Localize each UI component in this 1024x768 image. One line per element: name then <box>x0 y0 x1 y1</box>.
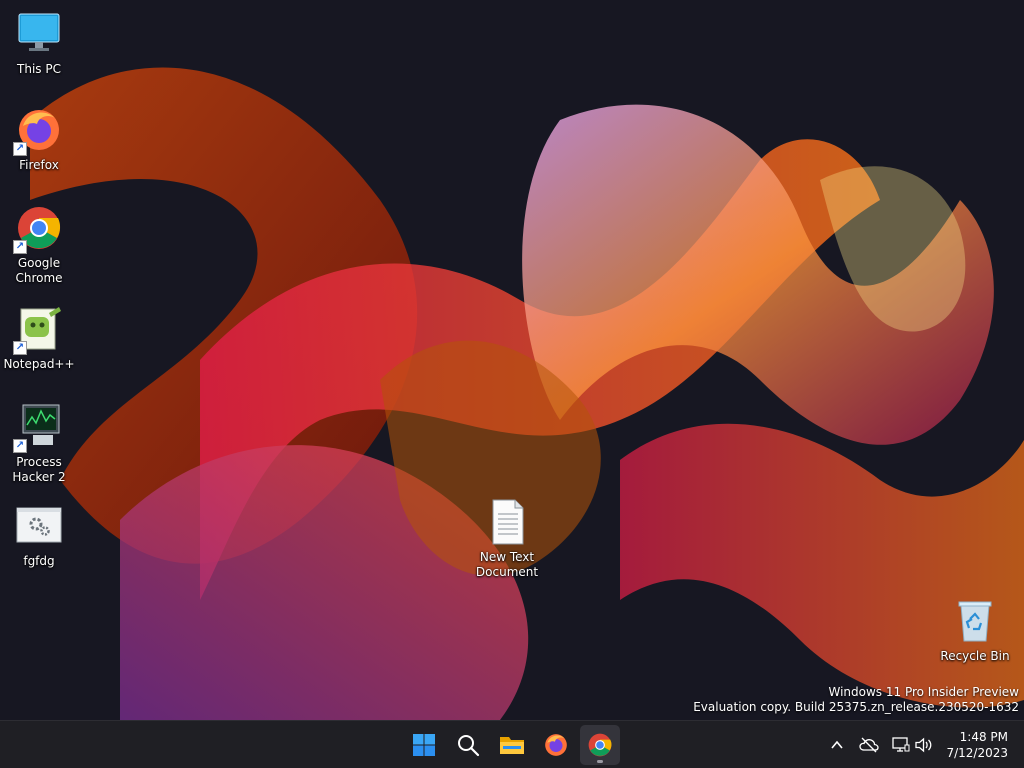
running-indicator <box>597 760 603 763</box>
desktop-icon-new-text-document[interactable]: New Text Document <box>469 498 545 580</box>
cloud-offline-icon <box>859 737 879 753</box>
desktop-icon-label: fgfdg <box>23 554 55 568</box>
settings-file-icon <box>16 507 62 543</box>
taskbar-file-explorer-button[interactable] <box>492 725 532 765</box>
taskbar-clock[interactable]: 1:48 PM 7/12/2023 <box>946 729 1008 761</box>
taskbar: 1:48 PM 7/12/2023 <box>0 720 1024 768</box>
desktop-icon-label: Notepad++ <box>3 357 75 371</box>
watermark-line-edition: Windows 11 Pro Insider Preview <box>828 685 1019 699</box>
desktop-icon-fgfdg[interactable]: fgfdg <box>1 502 77 569</box>
desktop-icon-label: This PC <box>17 62 61 76</box>
file-explorer-icon <box>500 737 524 754</box>
chevron-up-icon <box>831 740 843 749</box>
desktop-icon-label: Process Hacker 2 <box>12 455 66 484</box>
tray-network-button[interactable] <box>889 733 913 757</box>
text-document-icon <box>492 499 524 545</box>
clock-date: 7/12/2023 <box>946 746 1008 760</box>
desktop-icon-label: Recycle Bin <box>940 649 1010 663</box>
shortcut-arrow-icon: ↗ <box>13 439 27 453</box>
evaluation-watermark: Windows 11 Pro Insider Preview Evaluatio… <box>693 685 1019 715</box>
chrome-icon <box>588 733 612 757</box>
clock-time: 1:48 PM <box>959 730 1008 744</box>
desktop[interactable]: This PC ↗ Firefox ↗ Google Chrome ↗ Note… <box>0 0 1024 720</box>
desktop-icon-notepadpp[interactable]: ↗ Notepad++ <box>1 305 77 372</box>
shortcut-arrow-icon: ↗ <box>13 240 27 254</box>
taskbar-chrome-button[interactable] <box>580 725 620 765</box>
windows-start-icon <box>413 734 435 756</box>
this-pc-icon <box>18 13 60 51</box>
taskbar-firefox-button[interactable] <box>536 725 576 765</box>
tray-show-hidden-icons-button[interactable] <box>825 733 849 757</box>
desktop-icon-firefox[interactable]: ↗ Firefox <box>1 106 77 173</box>
taskbar-search-button[interactable] <box>448 725 488 765</box>
desktop-icon-label: Google Chrome <box>15 256 63 285</box>
network-icon <box>892 737 910 752</box>
firefox-icon <box>545 734 567 756</box>
watermark-line-build: Evaluation copy. Build 25375.zn_release.… <box>693 700 1019 714</box>
search-icon <box>458 735 480 757</box>
desktop-icon-label: Firefox <box>19 158 59 172</box>
desktop-icon-label: New Text Document <box>475 550 539 579</box>
taskbar-start-button[interactable] <box>404 725 444 765</box>
recycle-bin-icon <box>958 601 992 642</box>
desktop-icon-this-pc[interactable]: This PC <box>1 10 77 77</box>
shortcut-arrow-icon: ↗ <box>13 341 27 355</box>
shortcut-arrow-icon: ↗ <box>13 142 27 156</box>
tray-onedrive-button[interactable] <box>857 733 881 757</box>
volume-icon <box>915 737 932 753</box>
desktop-icon-google-chrome[interactable]: ↗ Google Chrome <box>1 204 77 286</box>
desktop-icon-process-hacker-2[interactable]: ↗ Process Hacker 2 <box>1 403 77 485</box>
tray-volume-button[interactable] <box>912 733 936 757</box>
wallpaper <box>30 67 1024 720</box>
desktop-icon-recycle-bin[interactable]: Recycle Bin <box>937 597 1013 664</box>
